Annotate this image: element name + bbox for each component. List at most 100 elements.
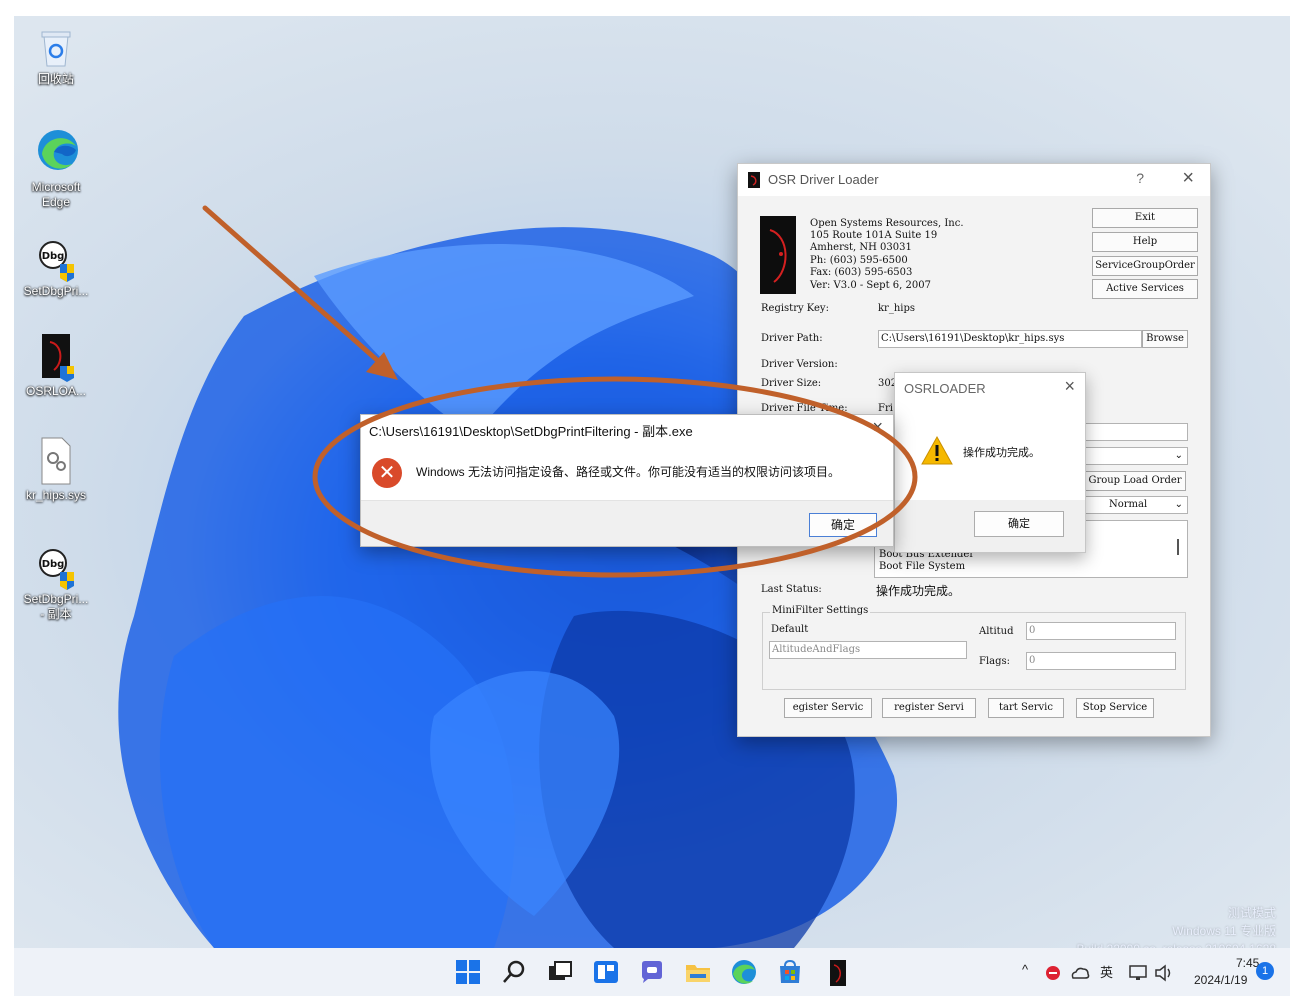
help-button[interactable]: Help [1092, 232, 1198, 252]
exit-button[interactable]: Exit [1092, 208, 1198, 228]
register-service-button[interactable]: egister Servic [784, 698, 872, 718]
company-line: Ver: V3.0 - Sept 6, 2007 [810, 280, 931, 291]
close-icon[interactable]: × [1182, 167, 1194, 190]
taskbar: ^ 英 7:45 2024/1/19 1 [14, 948, 1290, 996]
close-icon[interactable]: × [1064, 376, 1075, 397]
osrloader-icon [36, 332, 76, 382]
search-icon[interactable] [500, 958, 528, 986]
watermark-line: Build 22000.co_release.210604-1628 [1077, 940, 1277, 948]
error-icon: ✕ [372, 458, 402, 488]
start-select[interactable]: Normal ⌄ [1084, 496, 1188, 514]
driver-size-label: Driver Size: [761, 378, 822, 389]
svg-text:Dbg: Dbg [42, 251, 65, 262]
company-line: Open Systems Resources, Inc. [810, 218, 964, 229]
desktop-icon-label: SetDbgPri... - 副本 [23, 592, 89, 621]
desktop-icon-setdbgprint-copy[interactable]: Dbg SetDbgPri... - 副本 [14, 546, 98, 622]
security-tray-icon[interactable] [1044, 964, 1062, 982]
flags-label: Flags: [979, 656, 1011, 667]
stop-service-button[interactable]: Stop Service [1076, 698, 1154, 718]
start-service-button[interactable]: tart Servic [988, 698, 1064, 718]
start-select-value: Normal [1109, 499, 1148, 510]
dialog-title: C:\Users\16191\Desktop\SetDbgPrintFilter… [369, 424, 693, 439]
ime-indicator[interactable]: 英 [1100, 962, 1113, 981]
company-line: Ph: (603) 595-6500 [810, 255, 908, 266]
onedrive-tray-icon[interactable] [1070, 964, 1090, 982]
task-view-icon[interactable] [546, 958, 574, 986]
altitude-field[interactable]: 0 [1026, 622, 1176, 640]
error-dialog: C:\Users\16191\Desktop\SetDbgPrintFilter… [360, 414, 894, 547]
dialog-footer: 确定 [895, 500, 1085, 552]
desktop-icon-label: OSRLOA... [25, 384, 87, 398]
altitude-and-flags-field[interactable]: AltitudeAndFlags [769, 641, 967, 659]
svg-text:Dbg: Dbg [42, 559, 65, 570]
osrloader-taskbar-icon[interactable] [824, 958, 852, 986]
edge-icon [36, 124, 78, 178]
window-titlebar[interactable]: OSR Driver Loader ? × [738, 164, 1210, 196]
volume-icon[interactable] [1154, 964, 1174, 982]
service-group-order-button[interactable]: ServiceGroupOrder [1092, 256, 1198, 276]
start-icon[interactable] [454, 958, 482, 986]
flags-field[interactable]: 0 [1026, 652, 1176, 670]
dbg-icon: Dbg [36, 546, 76, 590]
dialog-footer: 确定 [361, 500, 893, 546]
list-item[interactable]: Boot File System [879, 561, 965, 573]
last-status-label: Last Status: [761, 584, 822, 595]
minifilter-label: MiniFilter Settings [770, 605, 871, 616]
network-icon[interactable] [1128, 964, 1148, 982]
dbg-icon: Dbg [36, 238, 76, 282]
chevron-down-icon: ⌄ [1174, 450, 1183, 461]
altitude-label: Altitud [979, 626, 1014, 637]
test-mode-watermark: 测试模式 Windows 11 专业版 Build 22000.co_relea… [1077, 904, 1277, 948]
company-line: 105 Route 101A Suite 19 [810, 230, 938, 241]
registry-key-label: Registry Key: [761, 303, 829, 314]
file-explorer-icon[interactable] [684, 958, 712, 986]
close-icon[interactable]: × [872, 417, 883, 438]
desktop-icon-label: SetDbgPri... [23, 284, 89, 298]
error-message: Windows 无法访问指定设备、路径或文件。你可能没有适当的权限访问该项目。 [416, 465, 841, 479]
osrloader-message-dialog: OSRLOADER × 操作成功完成。 确定 [894, 372, 1086, 553]
dialog-title: OSRLOADER [904, 381, 986, 396]
notification-badge[interactable]: 1 [1256, 962, 1274, 980]
store-icon[interactable] [776, 958, 804, 986]
driver-path-field[interactable]: C:\Users\16191\Desktop\kr_hips.sys [878, 330, 1142, 348]
display-name-field[interactable] [1084, 423, 1188, 441]
registry-key-value: kr_hips [878, 303, 916, 314]
default-label: Default [771, 624, 809, 635]
desktop-icon-setdbgprint[interactable]: Dbg SetDbgPri... [14, 238, 98, 299]
type-select[interactable]: ⌄ [1084, 447, 1188, 465]
driver-path-label: Driver Path: [761, 333, 823, 344]
window-title: OSR Driver Loader [768, 172, 879, 187]
scrollbar-thumb[interactable] [1177, 539, 1179, 555]
desktop-icon-label: kr_hips.sys [25, 488, 87, 502]
chat-icon[interactable] [638, 958, 666, 986]
warning-icon [921, 435, 953, 465]
dialog-message: 操作成功完成。 [963, 447, 1040, 459]
help-title-button[interactable]: ? [1136, 170, 1144, 186]
ok-button[interactable]: 确定 [809, 513, 877, 537]
desktop-icon-kr-hips[interactable]: kr_hips.sys [14, 436, 98, 503]
desktop-icon-recycle-bin[interactable]: 回收站 [14, 26, 98, 87]
company-line: Fax: (603) 595-6503 [810, 267, 913, 278]
last-status-value: 操作成功完成。 [876, 584, 961, 598]
driver-file-time-value: Fri [878, 403, 893, 414]
clock-date[interactable]: 2024/1/19 [1194, 973, 1247, 987]
watermark-line: 测试模式 [1227, 906, 1276, 920]
watermark-line: Windows 11 专业版 [1172, 924, 1276, 938]
recycle-bin-icon [36, 26, 76, 70]
desktop-icon-label: 回收站 [37, 72, 74, 86]
sys-file-icon [36, 436, 76, 486]
osr-logo [760, 216, 796, 294]
tray-chevron-icon[interactable]: ^ [1022, 962, 1028, 977]
chevron-down-icon: ⌄ [1174, 499, 1183, 510]
browse-button[interactable]: Browse [1142, 330, 1188, 348]
widgets-icon[interactable] [592, 958, 620, 986]
desktop-icon-osrloader[interactable]: OSRLOA... [14, 332, 98, 399]
group-load-order-button[interactable]: Group Load Order [1084, 471, 1186, 491]
active-services-button[interactable]: Active Services [1092, 279, 1198, 299]
osr-app-icon [748, 172, 760, 188]
company-line: Amherst, NH 03031 [810, 242, 912, 253]
edge-icon[interactable] [730, 958, 758, 986]
ok-button[interactable]: 确定 [974, 511, 1064, 537]
unregister-service-button[interactable]: register Servi [882, 698, 976, 718]
desktop-icon-edge[interactable]: Microsoft Edge [14, 124, 98, 210]
